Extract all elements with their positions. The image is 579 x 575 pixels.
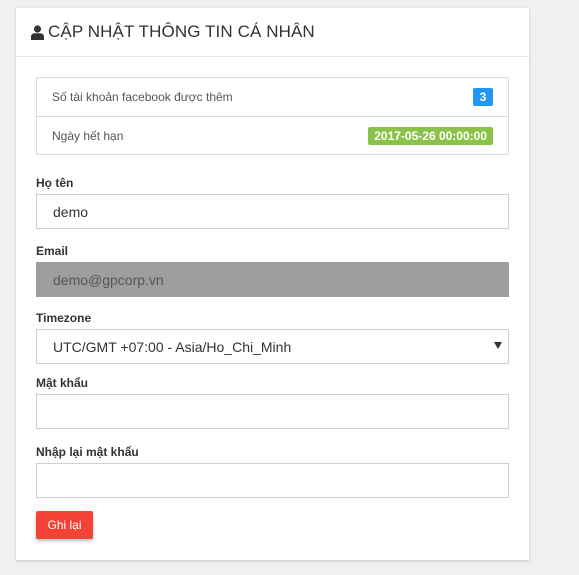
accounts-count-badge: 3: [473, 88, 493, 106]
confirm-password-label: Nhập lại mật khẩu: [36, 445, 139, 459]
expiry-date-badge: 2017-05-26 00:00:00: [368, 126, 493, 145]
info-row-expiry: Ngày hết hạn 2017-05-26 00:00:00: [37, 116, 508, 154]
name-field-group: Họ tên: [36, 176, 509, 229]
email-label: Email: [36, 244, 69, 258]
password-label: Mật khẩu: [36, 376, 89, 390]
card-header: CẬP NHẬT THÔNG TIN CÁ NHÂN: [16, 8, 529, 57]
timezone-label: Timezone: [36, 311, 92, 325]
password-input[interactable]: [36, 394, 509, 429]
confirm-password-input[interactable]: [36, 463, 509, 498]
name-label: Họ tên: [36, 176, 74, 190]
save-button[interactable]: Ghi lại: [36, 511, 93, 539]
account-info-table: Số tài khoản facebook được thêm 3 Ngày h…: [36, 77, 509, 155]
chevron-down-icon[interactable]: [494, 342, 502, 349]
timezone-select[interactable]: UTC/GMT +07:00 - Asia/Ho_Chi_Minh: [36, 329, 509, 364]
confirm-password-field-group: Nhập lại mật khẩu: [36, 445, 509, 498]
timezone-selected-value[interactable]: UTC/GMT +07:00 - Asia/Ho_Chi_Minh: [36, 329, 509, 364]
password-field-group: Mật khẩu: [36, 376, 509, 429]
accounts-label: Số tài khoản facebook được thêm: [52, 90, 233, 104]
expiry-label: Ngày hết hạn: [52, 128, 124, 143]
name-input[interactable]: [36, 194, 509, 229]
user-icon: [31, 24, 44, 40]
timezone-field-group: Timezone UTC/GMT +07:00 - Asia/Ho_Chi_Mi…: [36, 311, 509, 364]
profile-card: CẬP NHẬT THÔNG TIN CÁ NHÂN Số tài khoản …: [16, 8, 529, 560]
page-title: CẬP NHẬT THÔNG TIN CÁ NHÂN: [48, 22, 315, 41]
email-input: [36, 262, 509, 297]
info-row-accounts: Số tài khoản facebook được thêm 3: [37, 78, 508, 116]
email-field-group: Email: [36, 244, 509, 297]
